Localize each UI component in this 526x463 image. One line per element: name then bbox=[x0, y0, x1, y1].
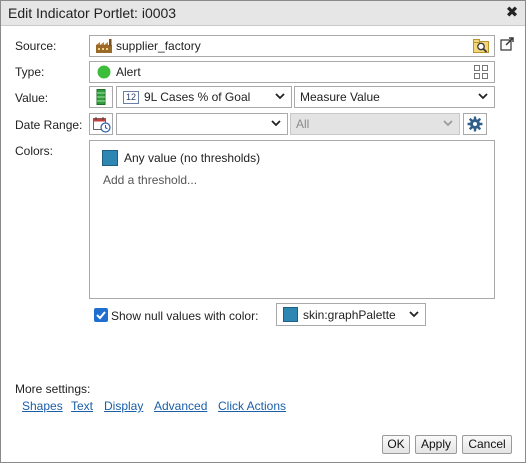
close-icon[interactable]: ✖ bbox=[504, 4, 520, 22]
value-column: 9L Cases % of Goal bbox=[144, 90, 251, 104]
apply-button[interactable]: Apply bbox=[415, 435, 457, 454]
any-value-color-swatch[interactable] bbox=[102, 150, 118, 166]
alert-indicator-icon bbox=[97, 65, 111, 82]
chevron-down-icon bbox=[270, 116, 282, 130]
date-settings-button[interactable] bbox=[463, 113, 487, 135]
chevron-down-icon bbox=[442, 116, 454, 130]
gear-icon bbox=[467, 116, 483, 135]
shapes-link[interactable]: Shapes bbox=[22, 399, 63, 413]
null-color-select[interactable]: skin:graphPalette bbox=[276, 303, 426, 326]
column-type-button[interactable] bbox=[89, 86, 113, 108]
colors-label: Colors: bbox=[15, 144, 54, 158]
thresholds-panel: Any value (no thresholds) Add a threshol… bbox=[89, 140, 495, 299]
source-field[interactable]: supplier_factory bbox=[89, 35, 495, 57]
null-color-swatch bbox=[283, 307, 298, 322]
title-bar[interactable]: Edit Indicator Portlet: i0003 ✖ bbox=[1, 1, 525, 26]
chevron-down-icon bbox=[274, 89, 286, 103]
external-link-icon[interactable] bbox=[500, 37, 515, 55]
source-label: Source: bbox=[15, 39, 57, 53]
grid-icon[interactable] bbox=[474, 65, 488, 82]
add-threshold-link[interactable]: Add a threshold... bbox=[103, 173, 197, 187]
null-color-value: skin:graphPalette bbox=[303, 308, 396, 322]
dialog-title: Edit Indicator Portlet: i0003 bbox=[8, 5, 177, 21]
value-measure-select[interactable]: Measure Value bbox=[294, 86, 495, 108]
chevron-down-icon bbox=[408, 307, 420, 321]
null-values-label: Show null values with color: bbox=[111, 309, 259, 323]
ok-button[interactable]: OK bbox=[382, 435, 410, 454]
chevron-down-icon bbox=[477, 89, 489, 103]
click-actions-link[interactable]: Click Actions bbox=[218, 399, 286, 413]
calendar-clock-icon bbox=[93, 116, 111, 136]
edit-indicator-dialog: Edit Indicator Portlet: i0003 ✖ Source: … bbox=[0, 0, 526, 463]
cancel-button[interactable]: Cancel bbox=[462, 435, 512, 454]
date-period-value: All bbox=[296, 117, 310, 131]
display-link[interactable]: Display bbox=[104, 399, 143, 413]
text-link[interactable]: Text bbox=[71, 399, 93, 413]
source-value: supplier_factory bbox=[116, 39, 201, 53]
any-value-label: Any value (no thresholds) bbox=[124, 151, 261, 165]
type-label: Type: bbox=[15, 65, 45, 79]
date-range-label: Date Range: bbox=[15, 118, 83, 132]
magnifier-folder-icon[interactable] bbox=[473, 38, 490, 57]
column-icon bbox=[96, 89, 106, 108]
value-measure: Measure Value bbox=[300, 90, 380, 104]
advanced-link[interactable]: Advanced bbox=[154, 399, 207, 413]
date-period-select[interactable]: All bbox=[290, 113, 460, 135]
value-label: Value: bbox=[15, 91, 49, 105]
value-column-select[interactable]: 12 9L Cases % of Goal bbox=[116, 86, 292, 108]
factory-icon bbox=[96, 39, 112, 56]
more-settings-label: More settings: bbox=[15, 382, 91, 396]
type-field[interactable]: Alert bbox=[89, 61, 495, 83]
date-column-select[interactable] bbox=[116, 113, 288, 135]
numeric-badge-icon: 12 bbox=[123, 91, 139, 104]
type-value: Alert bbox=[116, 65, 141, 79]
null-values-checkbox[interactable] bbox=[94, 308, 108, 322]
date-column-button[interactable] bbox=[89, 113, 113, 135]
